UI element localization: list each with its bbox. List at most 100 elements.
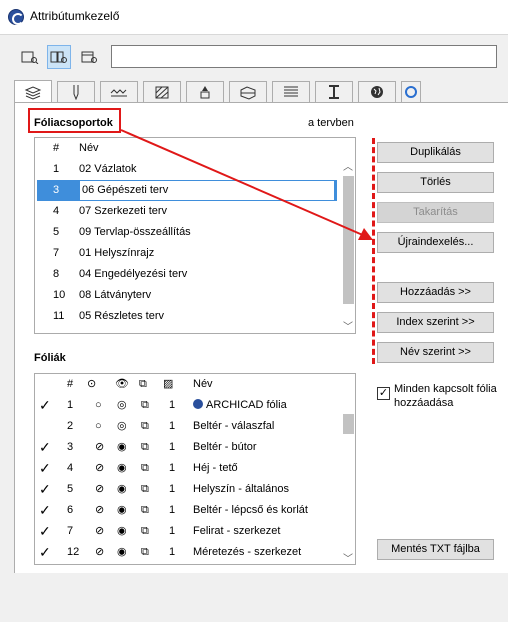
lock-icon[interactable]: ⊘	[95, 542, 104, 563]
wireframe-icon[interactable]: ⧉	[141, 458, 149, 479]
combination-number[interactable]: 3	[53, 180, 59, 201]
scrollbar-thumb[interactable]	[343, 414, 354, 434]
search-input[interactable]	[111, 45, 497, 68]
combination-number[interactable]: 11	[53, 306, 64, 327]
combination-name[interactable]: 07 Szerkezeti terv	[79, 201, 167, 222]
lock-icon[interactable]: ⊘	[95, 437, 104, 458]
layer-name-cell[interactable]: ARCHICAD fólia	[193, 395, 287, 416]
wireframe-icon[interactable]: ⧉	[141, 479, 149, 500]
layer-pen-number[interactable]: 1	[169, 542, 175, 563]
layer-name-cell[interactable]: Héj - tető	[193, 458, 238, 479]
lock-icon[interactable]: ○	[95, 416, 102, 437]
by-index-button[interactable]: Index szerint >>	[377, 312, 494, 333]
layer-name-cell[interactable]: Beltér - bútor	[193, 437, 257, 458]
combination-name[interactable]: 08 Látványterv	[79, 285, 151, 306]
combination-name[interactable]: 05 Részletes terv	[79, 306, 164, 327]
column-header-num[interactable]: #	[67, 374, 73, 395]
layer-pen-number[interactable]: 1	[169, 500, 175, 521]
tab-layers[interactable]	[14, 80, 52, 102]
split-view-button[interactable]	[47, 45, 71, 69]
detail-view-button[interactable]	[78, 45, 102, 69]
layers-scrollbar[interactable]: ﹀	[341, 396, 355, 565]
column-header-num[interactable]: #	[53, 138, 59, 159]
duplicate-button[interactable]: Duplikálás	[377, 142, 494, 163]
visibility-icon[interactable]: ◎	[117, 395, 127, 416]
layer-name-cell[interactable]: Beltér - lépcső és korlát	[193, 500, 308, 521]
scroll-down-icon[interactable]: ﹀	[343, 550, 353, 565]
combination-name[interactable]: 01 Helyszínrajz	[79, 243, 154, 264]
combination-number[interactable]: 5	[53, 222, 59, 243]
layer-name-cell[interactable]: Beltér - válaszfal	[193, 416, 274, 437]
visibility-header-icon[interactable]: 👁	[115, 374, 129, 395]
list-view-button[interactable]	[18, 45, 42, 69]
layer-pen-number[interactable]: 1	[169, 437, 175, 458]
column-header-name[interactable]: Név	[193, 374, 213, 395]
visibility-icon[interactable]: ◉	[117, 458, 127, 479]
wireframe-icon[interactable]: ⧉	[141, 437, 149, 458]
tab-locations[interactable]	[358, 81, 396, 102]
tab-composites[interactable]	[229, 81, 267, 102]
combination-number[interactable]: 1	[53, 159, 59, 180]
visibility-icon[interactable]: ◉	[117, 542, 127, 563]
wireframe-icon[interactable]: ⧉	[141, 521, 149, 542]
layer-name-cell[interactable]: Méretezés - szerkezet	[193, 542, 301, 563]
column-header-name[interactable]: Név	[79, 138, 99, 159]
visibility-icon[interactable]: ◉	[117, 479, 127, 500]
layer-name-cell[interactable]: Helyszín - általános	[193, 479, 289, 500]
combination-number[interactable]: 7	[53, 243, 59, 264]
purge-button[interactable]: Takarítás	[377, 202, 494, 223]
row-check-icon[interactable]: ✓	[39, 458, 51, 479]
tab-profiles[interactable]	[272, 81, 310, 102]
layer-pen-number[interactable]: 1	[169, 416, 175, 437]
row-check-icon[interactable]: ✓	[39, 479, 51, 500]
layer-pen-number[interactable]: 1	[169, 395, 175, 416]
scroll-down-icon[interactable]: ﹀	[343, 318, 353, 333]
wireframe-icon[interactable]: ⧉	[141, 416, 149, 437]
row-check-icon[interactable]: ✓	[39, 437, 51, 458]
by-name-button[interactable]: Név szerint >>	[377, 342, 494, 363]
combination-number[interactable]: 4	[53, 201, 59, 222]
lock-header-icon[interactable]: ⊙	[87, 374, 96, 395]
combination-name[interactable]: 09 Tervlap-összeállítás	[79, 222, 191, 243]
layer-pen-number[interactable]: 1	[169, 458, 175, 479]
layer-name-cell[interactable]: Felirat - szerkezet	[193, 521, 280, 542]
lock-icon[interactable]: ⊘	[95, 500, 104, 521]
add-button[interactable]: Hozzáadás >>	[377, 282, 494, 303]
visibility-icon[interactable]: ◉	[117, 521, 127, 542]
layer-pen-number[interactable]: 1	[169, 521, 175, 542]
lock-icon[interactable]: ○	[95, 395, 102, 416]
visibility-icon[interactable]: ◉	[117, 437, 127, 458]
combinations-scrollbar[interactable]: ︿ ﹀	[341, 158, 355, 333]
row-check-icon[interactable]: ✓	[39, 500, 51, 521]
wireframe-header-icon[interactable]: ⧉	[139, 374, 147, 395]
visibility-icon[interactable]: ◎	[117, 416, 127, 437]
pen-header-icon[interactable]: ▨	[163, 374, 173, 395]
layer-pen-number[interactable]: 1	[169, 479, 175, 500]
add-all-linked-checkbox[interactable]: ✓	[377, 387, 390, 400]
row-check-icon[interactable]: ✓	[39, 395, 51, 416]
row-check-icon[interactable]: ✓	[39, 542, 51, 563]
wireframe-icon[interactable]: ⧉	[141, 500, 149, 521]
tab-linetypes[interactable]	[100, 81, 138, 102]
lock-icon[interactable]: ⊘	[95, 521, 104, 542]
delete-button[interactable]: Törlés	[377, 172, 494, 193]
lock-icon[interactable]: ⊘	[95, 479, 104, 500]
wireframe-icon[interactable]: ⧉	[141, 542, 149, 563]
tab-more[interactable]	[401, 81, 421, 102]
combination-number[interactable]: 10	[53, 285, 65, 306]
tab-surfaces[interactable]	[186, 81, 224, 102]
save-txt-button[interactable]: Mentés TXT fájlba	[377, 539, 494, 560]
scroll-up-icon[interactable]: ︿	[343, 158, 353, 173]
tab-zones[interactable]	[315, 81, 353, 102]
visibility-icon[interactable]: ◉	[117, 500, 127, 521]
combination-name[interactable]: 04 Engedélyezési terv	[79, 264, 187, 285]
tab-fills[interactable]	[143, 81, 181, 102]
tab-pens[interactable]	[57, 81, 95, 102]
combination-name[interactable]: 02 Vázlatok	[79, 159, 136, 180]
row-check-icon[interactable]: ✓	[39, 521, 51, 542]
combination-number[interactable]: 8	[53, 264, 59, 285]
lock-icon[interactable]: ⊘	[95, 458, 104, 479]
wireframe-icon[interactable]: ⧉	[141, 395, 149, 416]
reindex-button[interactable]: Újraindexelés...	[377, 232, 494, 253]
scrollbar-thumb[interactable]	[343, 176, 354, 304]
